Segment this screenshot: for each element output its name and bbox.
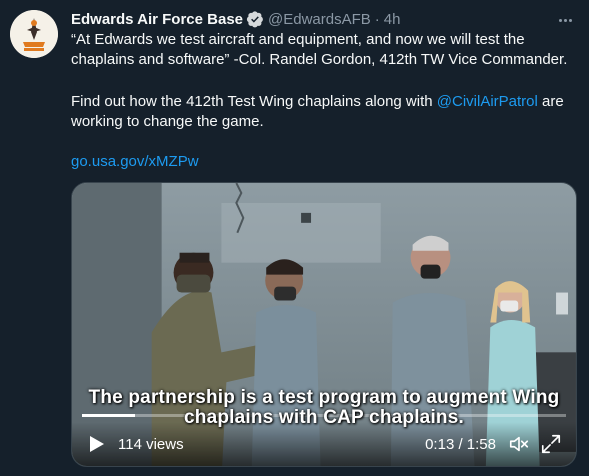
author-handle[interactable]: @EdwardsAFB [268, 11, 371, 28]
tweet-text-body: Find out how the 412th Test Wing chaplai… [71, 92, 576, 132]
tweet-link-line: go.usa.gov/xMZPw [71, 152, 576, 172]
more-options-icon[interactable] [555, 10, 575, 30]
fullscreen-expand-icon[interactable] [540, 433, 562, 455]
author-name[interactable]: Edwards Air Force Base [71, 11, 243, 28]
tweet-text-line: working to change the game. [71, 113, 264, 130]
mention-link[interactable]: @CivilAirPatrol [437, 93, 538, 110]
tweet-header: Edwards Air Force Base @EdwardsAFB · 4h [71, 9, 400, 29]
url-link[interactable]: go.usa.gov/xMZPw [71, 153, 199, 170]
tweet-text-segment: are [537, 93, 564, 110]
video-player[interactable]: The partnership is a test program to aug… [71, 182, 577, 467]
tweet-text-line: chaplains and software” -Col. Randel Gor… [71, 51, 568, 68]
tweet-text-line: Find out how the 412th Test Wing chaplai… [71, 92, 576, 112]
video-timecode: 0:13 / 1:58 [425, 435, 496, 453]
avatar[interactable] [10, 10, 58, 58]
tweet-text-segment: Find out how the 412th Test Wing chaplai… [71, 93, 437, 110]
tweet-text-quote: “At Edwards we test aircraft and equipme… [71, 30, 576, 70]
view-count: 114 views [118, 435, 184, 453]
video-caption-line: The partnership is a test program to aug… [88, 387, 560, 408]
verified-badge-icon [246, 11, 263, 28]
separator-dot: · [374, 10, 380, 28]
edwards-afb-logo [10, 10, 58, 58]
tweet-timestamp[interactable]: 4h [384, 11, 401, 28]
play-icon[interactable] [86, 434, 106, 454]
muted-speaker-icon[interactable] [508, 433, 530, 455]
video-controls: 114 views 0:13 / 1:58 [72, 422, 576, 466]
tweet-text-line: “At Edwards we test aircraft and equipme… [71, 31, 525, 48]
